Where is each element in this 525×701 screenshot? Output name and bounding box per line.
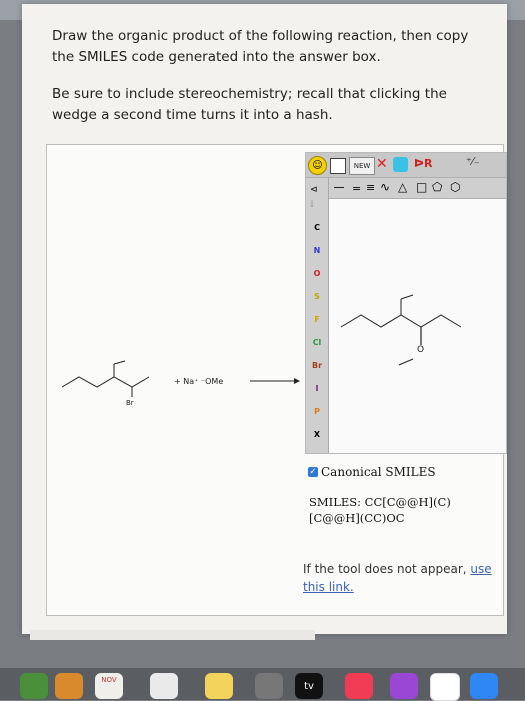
benzene-icon[interactable]: ⬡ bbox=[450, 180, 460, 194]
single-bond-icon[interactable] bbox=[334, 187, 344, 188]
chain-icon[interactable]: ∿ bbox=[380, 180, 390, 194]
smiles-output: SMILES: CC[C@@H](C) [C@@H](CC)OC bbox=[309, 494, 499, 526]
atom-o[interactable]: O bbox=[306, 269, 328, 278]
canonical-checkbox[interactable]: ✓ bbox=[308, 467, 318, 477]
music-icon[interactable] bbox=[345, 673, 373, 699]
editor-toolbar-bonds: = ≡ ∿ △ □ ⬠ ⬡ bbox=[328, 178, 506, 199]
app-store-icon[interactable] bbox=[470, 673, 498, 699]
assignment-page: Draw the organic product of the followin… bbox=[22, 4, 507, 634]
rgroup-icon[interactable]: ᐅR bbox=[414, 157, 432, 170]
smiles-value-part1: CC[C@@H](C) bbox=[364, 495, 451, 509]
fallback-note: If the tool does not appear, use this li… bbox=[303, 560, 498, 596]
stereo-hint: Be sure to include stereochemistry; reca… bbox=[52, 86, 447, 123]
atom-p[interactable]: P bbox=[306, 407, 328, 416]
app-icon-2[interactable] bbox=[55, 673, 83, 699]
page-below-strip bbox=[30, 630, 315, 640]
atom-n[interactable]: N bbox=[306, 246, 328, 255]
atom-f[interactable]: F bbox=[306, 315, 328, 324]
canonical-option[interactable]: ✓ Canonical SMILES bbox=[308, 465, 436, 479]
notes-icon[interactable] bbox=[205, 673, 233, 699]
reactant-structure bbox=[61, 360, 150, 397]
app-icon-3[interactable] bbox=[255, 673, 283, 699]
charge-icon[interactable]: ⁺⁄₋ bbox=[466, 155, 479, 168]
hash-bond-icon[interactable]: ⦙ bbox=[311, 200, 313, 210]
cyclopentane-icon[interactable]: ⬠ bbox=[432, 180, 442, 194]
tv-label: tv bbox=[304, 680, 314, 692]
atom-cl[interactable]: Cl bbox=[306, 338, 328, 347]
question-text: Draw the organic product of the followin… bbox=[52, 28, 469, 65]
product-oxygen-label: O bbox=[417, 345, 425, 355]
reagent-label: + Na⁺ ⁻OMe bbox=[174, 377, 224, 386]
atom-palette: ⊲ ⦙ C N O S F Cl Br I P X bbox=[306, 178, 329, 453]
app-icon-1[interactable] bbox=[20, 673, 48, 699]
podcasts-icon[interactable] bbox=[390, 673, 418, 699]
atom-i[interactable]: I bbox=[306, 384, 328, 393]
reminders-icon[interactable] bbox=[150, 673, 178, 699]
reaction-arrow bbox=[250, 378, 300, 384]
calendar-icon[interactable]: NOV bbox=[95, 673, 123, 699]
bromine-label: Br bbox=[126, 399, 134, 407]
calendar-month: NOV bbox=[101, 676, 117, 684]
smiles-value-part2: [C@@H](CC)OC bbox=[309, 511, 405, 525]
smiley-icon[interactable]: ☺ bbox=[308, 156, 327, 175]
dock: NOV tv bbox=[0, 668, 525, 701]
atom-x[interactable]: X bbox=[306, 430, 328, 439]
triple-bond-icon[interactable]: ≡ bbox=[366, 181, 375, 194]
new-button[interactable]: NEW bbox=[349, 157, 375, 175]
news-icon[interactable] bbox=[430, 673, 460, 701]
drawing-canvas[interactable]: O bbox=[329, 199, 506, 453]
smiles-label: SMILES: bbox=[309, 495, 361, 509]
color-icon[interactable] bbox=[393, 157, 408, 172]
atom-s[interactable]: S bbox=[306, 292, 328, 301]
tv-icon[interactable]: tv bbox=[295, 673, 323, 699]
cyclopropane-icon[interactable]: △ bbox=[398, 180, 407, 194]
product-structure bbox=[340, 294, 462, 366]
delete-icon[interactable]: ✕ bbox=[376, 156, 388, 172]
cyclobutane-icon[interactable]: □ bbox=[416, 180, 427, 194]
atom-c[interactable]: C bbox=[306, 223, 328, 232]
editor-toolbar-top: ☺ NEW ✕ ᐅR ⁺⁄₋ bbox=[306, 153, 506, 178]
canonical-label: Canonical SMILES bbox=[321, 465, 436, 479]
atom-br[interactable]: Br bbox=[306, 361, 328, 370]
structure-editor[interactable]: ☺ NEW ✕ ᐅR ⁺⁄₋ = ≡ ∿ △ □ ⬠ ⬡ ⊲ ⦙ C N O S bbox=[305, 152, 507, 454]
wedge-bond-icon[interactable]: ⊲ bbox=[310, 185, 318, 195]
fallback-text: If the tool does not appear, bbox=[303, 562, 467, 576]
select-box-icon[interactable] bbox=[330, 158, 346, 174]
double-bond-icon[interactable]: = bbox=[352, 182, 361, 195]
new-button-label: NEW bbox=[353, 162, 371, 170]
